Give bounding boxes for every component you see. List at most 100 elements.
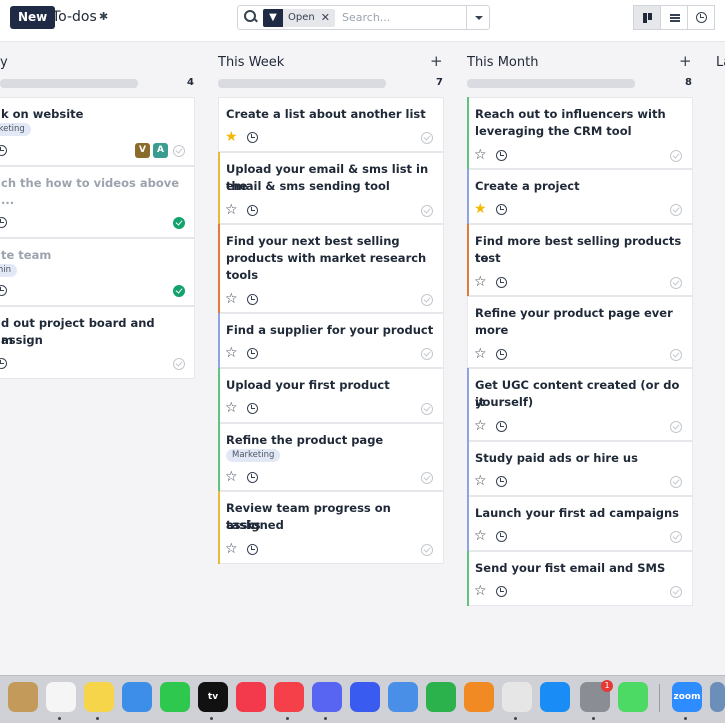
done-icon[interactable]	[670, 204, 682, 216]
star-icon[interactable]: ★	[225, 130, 238, 144]
done-icon[interactable]	[421, 472, 433, 484]
done-icon[interactable]	[670, 531, 682, 543]
star-icon[interactable]: ☆	[225, 401, 238, 415]
chrome-app-icon[interactable]	[502, 682, 532, 712]
clock-icon[interactable]	[0, 217, 7, 228]
clock-icon[interactable]	[496, 204, 507, 215]
kanban-card[interactable]: Create a list about another list ★	[218, 97, 444, 152]
star-icon[interactable]: ★	[474, 202, 487, 216]
search-input[interactable]	[342, 8, 460, 27]
star-icon[interactable]: ☆	[225, 470, 238, 484]
clock-icon[interactable]	[247, 348, 258, 359]
kanban-card[interactable]: Launch your first ad campaigns ☆	[467, 496, 693, 551]
star-icon[interactable]: ☆	[474, 529, 487, 543]
star-icon[interactable]: ☆	[225, 542, 238, 556]
messages-app-icon[interactable]	[618, 682, 648, 712]
kanban-card[interactable]: Upload your first product ☆	[218, 368, 444, 423]
star-icon[interactable]: ☆	[474, 148, 487, 162]
add-card-icon[interactable]: +	[430, 52, 443, 70]
clock-icon[interactable]	[247, 472, 258, 483]
numbers-app-icon[interactable]	[426, 682, 456, 712]
search-options-toggle[interactable]	[466, 6, 490, 29]
done-icon[interactable]	[421, 544, 433, 556]
clock-icon[interactable]	[0, 358, 7, 369]
tv-app-icon[interactable]: tv	[198, 682, 228, 712]
star-icon[interactable]: ☆	[474, 584, 487, 598]
new-button[interactable]: New	[10, 6, 56, 29]
star-icon[interactable]: ☆	[225, 292, 238, 306]
clock-icon[interactable]	[247, 403, 258, 414]
kanban-card[interactable]: Refine your product page ever more ☆	[467, 296, 693, 368]
notes-app-icon[interactable]	[84, 682, 114, 712]
list-view-button[interactable]	[660, 5, 688, 30]
activity-view-button[interactable]	[687, 5, 715, 30]
kanban-card[interactable]: Find your next best selling products wit…	[218, 224, 444, 313]
reminders-app-icon[interactable]	[46, 682, 76, 712]
pages-app-icon[interactable]	[464, 682, 494, 712]
settings-app-icon[interactable]	[350, 682, 380, 712]
done-icon[interactable]	[421, 294, 433, 306]
star-icon[interactable]: ☆	[474, 474, 487, 488]
zoom-app-icon[interactable]: zoom	[672, 682, 702, 712]
kanban-card[interactable]: Study paid ads or hire us ☆	[467, 441, 693, 496]
done-icon[interactable]	[421, 403, 433, 415]
done-icon[interactable]	[173, 217, 185, 229]
done-icon[interactable]	[670, 586, 682, 598]
done-icon[interactable]	[421, 132, 433, 144]
star-icon[interactable]: ☆	[474, 275, 487, 289]
star-icon[interactable]: ☆	[225, 346, 238, 360]
done-icon[interactable]	[670, 421, 682, 433]
kanban-card[interactable]: d out project board and assign m	[0, 306, 195, 379]
add-card-icon[interactable]: +	[679, 52, 692, 70]
gear-icon[interactable]: ✱	[99, 10, 108, 23]
kanban-card[interactable]: Find more best selling products to test …	[467, 224, 693, 296]
done-icon[interactable]	[173, 358, 185, 370]
finder-app-icon[interactable]	[8, 682, 38, 712]
star-icon[interactable]: ☆	[225, 203, 238, 217]
clock-icon[interactable]	[247, 132, 258, 143]
clock-icon[interactable]	[247, 544, 258, 555]
clock-icon[interactable]	[496, 476, 507, 487]
keynote-app-icon[interactable]	[122, 682, 152, 712]
clock-icon[interactable]	[247, 205, 258, 216]
news-app-icon[interactable]	[274, 682, 304, 712]
done-icon[interactable]	[670, 349, 682, 361]
preview-app-icon[interactable]	[710, 682, 725, 712]
clock-icon[interactable]	[0, 285, 7, 296]
done-icon[interactable]	[670, 476, 682, 488]
kanban-card[interactable]: k on website rketing V A	[0, 97, 195, 166]
kanban-card[interactable]: Create a project ★	[467, 169, 693, 224]
search-icon[interactable]	[244, 10, 257, 23]
star-icon[interactable]: ☆	[474, 347, 487, 361]
done-icon[interactable]	[670, 150, 682, 162]
clock-icon[interactable]	[496, 586, 507, 597]
kanban-card[interactable]: Find a supplier for your product ☆	[218, 313, 444, 368]
kanban-card[interactable]: Refine the product page Marketing ☆	[218, 423, 444, 491]
discord-app-icon[interactable]	[312, 682, 342, 712]
clock-icon[interactable]	[0, 145, 7, 156]
done-icon[interactable]	[173, 145, 185, 157]
remove-filter-icon[interactable]: ✕	[318, 9, 335, 27]
clock-icon[interactable]	[496, 150, 507, 161]
clock-icon[interactable]	[247, 294, 258, 305]
done-icon[interactable]	[173, 285, 185, 297]
kanban-card[interactable]: te team min	[0, 238, 195, 306]
kanban-card[interactable]: Reach out to influencers with leveraging…	[467, 97, 693, 169]
kanban-card[interactable]: Get UGC content created (or do it yourse…	[467, 368, 693, 441]
star-icon[interactable]: ☆	[474, 419, 487, 433]
appstore-app-icon[interactable]	[540, 682, 570, 712]
clock-icon[interactable]	[496, 421, 507, 432]
done-icon[interactable]	[421, 205, 433, 217]
done-icon[interactable]	[421, 348, 433, 360]
kanban-card[interactable]: ch the how to videos above ...	[0, 166, 195, 238]
search-bar[interactable]: ▼ Open ✕	[237, 5, 490, 30]
kanban-view-button[interactable]	[633, 5, 661, 30]
done-icon[interactable]	[670, 277, 682, 289]
clock-icon[interactable]	[496, 531, 507, 542]
music-app-icon[interactable]	[236, 682, 266, 712]
clock-icon[interactable]	[496, 349, 507, 360]
kanban-card[interactable]: Upload your email & sms list in the emai…	[218, 152, 444, 224]
kanban-card[interactable]: Send your fist email and SMS ☆	[467, 551, 693, 606]
kanban-card[interactable]: Review team progress on assigned tasks ☆	[218, 491, 444, 564]
whatsapp-app-icon[interactable]	[160, 682, 190, 712]
